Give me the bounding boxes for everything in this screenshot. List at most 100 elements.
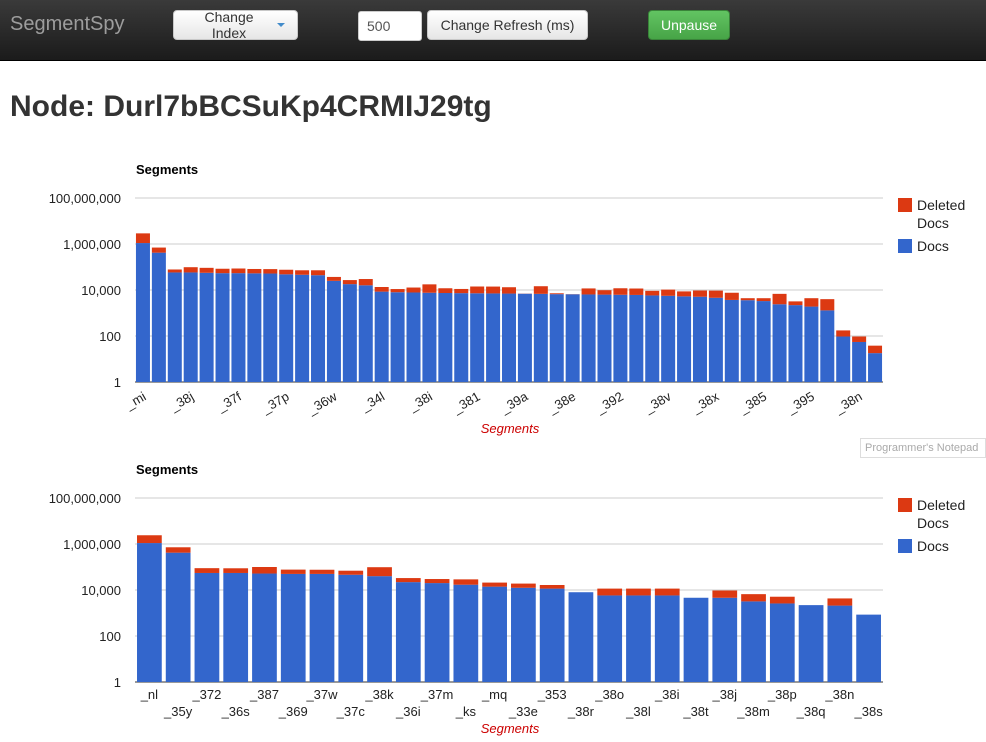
bar-deleted-docs[interactable] xyxy=(135,233,150,244)
bar-deleted-docs[interactable] xyxy=(740,298,755,301)
bar-deleted-docs[interactable] xyxy=(486,286,501,294)
bar-deleted-docs[interactable] xyxy=(549,293,564,295)
bar-docs[interactable] xyxy=(692,296,707,382)
bar-deleted-docs[interactable] xyxy=(769,596,795,604)
bar-deleted-docs[interactable] xyxy=(804,298,819,307)
bar-deleted-docs[interactable] xyxy=(424,579,450,584)
bar-docs[interactable] xyxy=(724,299,739,382)
bar-docs[interactable] xyxy=(279,274,294,382)
bar-docs[interactable] xyxy=(581,294,596,382)
bar-docs[interactable] xyxy=(438,293,453,382)
bar-docs[interactable] xyxy=(183,272,198,382)
bar-docs[interactable] xyxy=(613,294,628,382)
bar-docs[interactable] xyxy=(165,552,191,682)
bar-deleted-docs[interactable] xyxy=(279,269,294,275)
bar-docs[interactable] xyxy=(454,293,469,382)
bar-docs[interactable] xyxy=(424,583,450,682)
bar-deleted-docs[interactable] xyxy=(597,290,612,295)
bar-deleted-docs[interactable] xyxy=(454,288,469,294)
bar-deleted-docs[interactable] xyxy=(406,287,421,293)
bar-docs[interactable] xyxy=(199,272,214,382)
bar-docs[interactable] xyxy=(856,614,881,682)
bar-deleted-docs[interactable] xyxy=(868,345,883,354)
bar-docs[interactable] xyxy=(597,294,612,382)
bar-docs[interactable] xyxy=(798,605,824,682)
bar-docs[interactable] xyxy=(827,605,853,682)
bar-deleted-docs[interactable] xyxy=(692,290,707,297)
bar-deleted-docs[interactable] xyxy=(677,291,692,297)
bar-docs[interactable] xyxy=(280,573,306,682)
bar-deleted-docs[interactable] xyxy=(358,279,373,286)
bar-docs[interactable] xyxy=(708,297,723,382)
bar-docs[interactable] xyxy=(539,588,565,682)
bar-deleted-docs[interactable] xyxy=(309,569,335,574)
bar-docs[interactable] xyxy=(390,292,405,382)
bar-docs[interactable] xyxy=(263,273,278,382)
bar-docs[interactable] xyxy=(194,572,220,682)
bar-deleted-docs[interactable] xyxy=(820,299,835,311)
bar-docs[interactable] xyxy=(629,294,644,382)
bar-docs[interactable] xyxy=(597,595,623,682)
bar-docs[interactable] xyxy=(741,601,766,682)
bar-docs[interactable] xyxy=(772,304,787,382)
bar-docs[interactable] xyxy=(137,543,162,682)
bar-deleted-docs[interactable] xyxy=(438,288,453,294)
bar-deleted-docs[interactable] xyxy=(470,286,485,294)
bar-docs[interactable] xyxy=(769,603,795,682)
bar-docs[interactable] xyxy=(517,293,532,382)
bar-deleted-docs[interactable] xyxy=(741,594,766,602)
refresh-interval-input[interactable] xyxy=(358,11,422,41)
bar-docs[interactable] xyxy=(486,293,501,382)
bar-deleted-docs[interactable] xyxy=(511,583,536,588)
bar-deleted-docs[interactable] xyxy=(215,268,230,274)
bar-deleted-docs[interactable] xyxy=(395,578,421,583)
bar-deleted-docs[interactable] xyxy=(482,582,507,587)
bar-docs[interactable] xyxy=(683,597,709,682)
bar-deleted-docs[interactable] xyxy=(772,293,787,305)
bar-docs[interactable] xyxy=(470,293,485,382)
bar-deleted-docs[interactable] xyxy=(374,287,389,292)
bar-deleted-docs[interactable] xyxy=(194,568,220,573)
bar-docs[interactable] xyxy=(511,587,536,682)
bar-deleted-docs[interactable] xyxy=(533,286,548,294)
bar-deleted-docs[interactable] xyxy=(836,330,851,337)
bar-deleted-docs[interactable] xyxy=(827,598,853,606)
bar-deleted-docs[interactable] xyxy=(367,567,392,577)
bar-deleted-docs[interactable] xyxy=(247,268,262,274)
bar-docs[interactable] xyxy=(568,592,594,682)
bar-deleted-docs[interactable] xyxy=(539,584,565,589)
bar-docs[interactable] xyxy=(756,301,771,382)
bar-deleted-docs[interactable] xyxy=(852,336,867,342)
bar-deleted-docs[interactable] xyxy=(223,568,249,573)
bar-deleted-docs[interactable] xyxy=(183,267,198,273)
bar-deleted-docs[interactable] xyxy=(626,588,651,596)
bar-docs[interactable] xyxy=(342,284,357,382)
bar-docs[interactable] xyxy=(820,310,835,382)
bar-docs[interactable] xyxy=(358,285,373,382)
bar-docs[interactable] xyxy=(167,272,182,382)
bar-docs[interactable] xyxy=(549,294,564,382)
bar-docs[interactable] xyxy=(215,273,230,382)
bar-docs[interactable] xyxy=(395,582,421,682)
bar-deleted-docs[interactable] xyxy=(338,570,364,575)
unpause-button[interactable]: Unpause xyxy=(648,10,730,40)
bar-deleted-docs[interactable] xyxy=(390,289,405,293)
bar-docs[interactable] xyxy=(453,584,479,682)
bar-docs[interactable] xyxy=(804,306,819,382)
bar-docs[interactable] xyxy=(252,573,277,682)
bar-docs[interactable] xyxy=(740,300,755,382)
bar-deleted-docs[interactable] xyxy=(342,280,357,285)
bar-docs[interactable] xyxy=(868,353,883,382)
bar-deleted-docs[interactable] xyxy=(165,547,191,553)
bar-deleted-docs[interactable] xyxy=(263,269,278,274)
bar-deleted-docs[interactable] xyxy=(252,567,277,574)
bar-deleted-docs[interactable] xyxy=(654,588,680,596)
bar-docs[interactable] xyxy=(712,597,738,682)
bar-deleted-docs[interactable] xyxy=(311,270,326,276)
bar-docs[interactable] xyxy=(326,280,341,382)
bar-deleted-docs[interactable] xyxy=(295,270,310,275)
bar-docs[interactable] xyxy=(367,576,392,682)
bar-docs[interactable] xyxy=(654,595,680,682)
bar-deleted-docs[interactable] xyxy=(422,284,437,293)
brand-title[interactable]: SegmentSpy xyxy=(10,13,125,36)
